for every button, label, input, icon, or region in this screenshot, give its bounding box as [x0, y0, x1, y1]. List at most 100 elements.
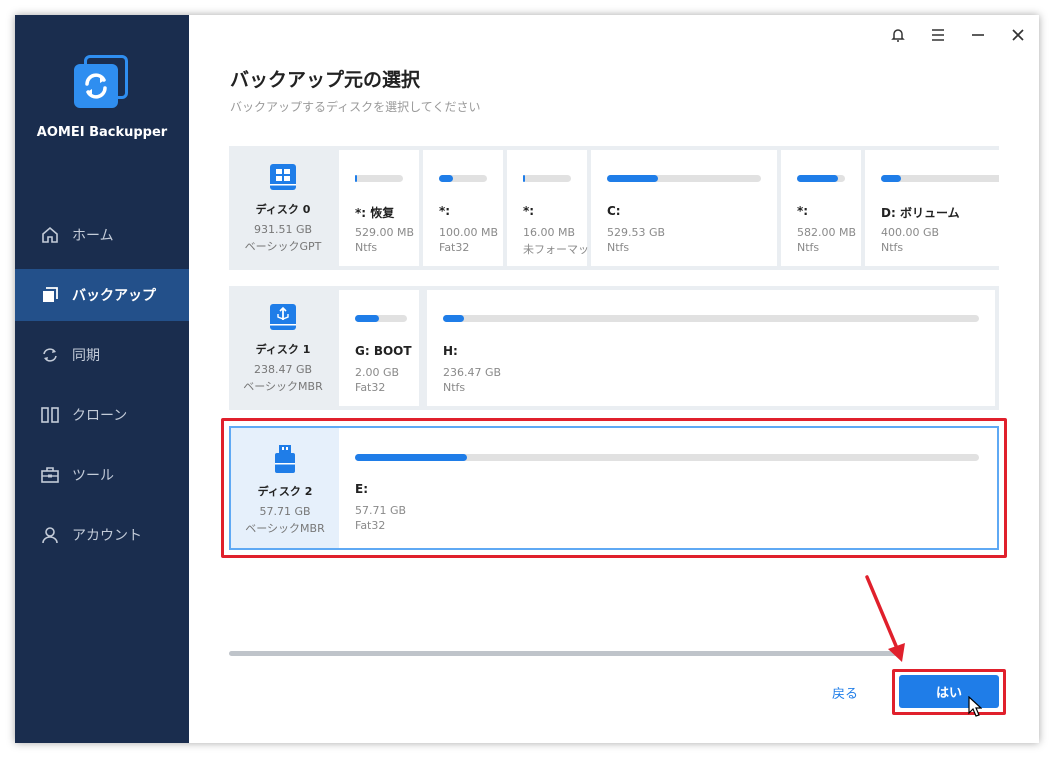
disk-type: ベーシックMBR — [243, 380, 323, 393]
partition-card[interactable]: D: ボリューム 400.00 GB Ntfs — [865, 150, 999, 266]
partition-label: *: 恢复 — [355, 206, 395, 220]
partition-filesystem: Ntfs — [355, 241, 378, 254]
usage-bar-fill — [439, 175, 454, 182]
partition-filesystem: Ntfs — [443, 381, 466, 394]
partition-card[interactable]: C: 529.53 GB Ntfs — [591, 150, 777, 266]
sidebar-item-sync[interactable]: 同期 — [15, 329, 189, 381]
partition-label: *: — [523, 204, 535, 218]
partition-label: *: — [797, 204, 809, 218]
sidebar-item-label: ツール — [72, 468, 114, 484]
usage-bar-fill — [797, 175, 838, 182]
usage-bar — [355, 454, 979, 461]
sidebar-item-clone[interactable]: クローン — [15, 389, 189, 441]
partition-card[interactable]: G: BOOT 2.00 GB Fat32 — [339, 290, 419, 406]
partition-filesystem: Fat32 — [355, 519, 386, 532]
account-icon — [39, 524, 61, 546]
disk-info[interactable]: ディスク 0 931.51 GB ベーシックGPT — [229, 146, 337, 270]
usb-drive-icon — [270, 444, 300, 478]
sidebar-item-label: 同期 — [72, 348, 100, 364]
disk-size: 931.51 GB — [253, 223, 313, 236]
usage-bar-fill — [355, 454, 468, 461]
sidebar-item-label: クローン — [72, 408, 128, 424]
annotation-arrow-icon — [865, 575, 905, 662]
partition-card[interactable]: E: 57.71 GB Fat32 — [339, 428, 997, 548]
clone-icon — [39, 404, 61, 426]
usb-disk-icon — [268, 302, 298, 336]
disk-size: 238.47 GB — [253, 363, 313, 376]
partition-label: D: ボリューム — [881, 206, 960, 220]
app-window: AOMEI Backupper ホーム バックアップ 同期 クローン ツール ア… — [15, 15, 1039, 743]
partition-label: E: — [355, 482, 368, 496]
partition-size: 2.00 GB — [355, 366, 400, 379]
usage-bar-fill — [355, 175, 358, 182]
partition-size: 236.47 GB — [443, 366, 502, 379]
partition-filesystem: Fat32 — [439, 241, 470, 254]
disk-name: ディスク 2 — [257, 485, 313, 498]
usage-bar-fill — [523, 175, 526, 182]
partition-card[interactable]: *: 恢复 529.00 MB Ntfs — [339, 150, 419, 266]
usage-bar-fill — [443, 315, 465, 322]
partition-size: 16.00 MB — [523, 226, 576, 239]
yes-button[interactable]: はい — [899, 675, 999, 708]
disk-row-0[interactable]: ディスク 0 931.51 GB ベーシックGPT *: 恢复 529.00 M… — [229, 146, 999, 270]
partition-card[interactable]: *: 100.00 MB Fat32 — [423, 150, 503, 266]
mouse-cursor-icon — [968, 696, 982, 717]
usage-bar — [607, 175, 761, 182]
usage-bar — [797, 175, 845, 182]
usage-bar — [881, 175, 999, 182]
sidebar-item-account[interactable]: アカウント — [15, 509, 189, 561]
backup-icon — [39, 284, 61, 306]
disk-row-1[interactable]: ディスク 1 238.47 GB ベーシックMBR G: BOOT 2.00 G… — [229, 286, 999, 410]
disk-row-2[interactable]: ディスク 2 57.71 GB ベーシックMBR E: 57.71 GB Fat… — [229, 426, 999, 550]
app-logo-icon — [72, 55, 130, 113]
partition-size: 529.00 MB — [355, 226, 415, 239]
sync-icon — [39, 344, 61, 366]
page-subtitle: バックアップするディスクを選択してください — [230, 100, 481, 114]
partition-label: C: — [607, 204, 621, 218]
disk-type: ベーシックGPT — [244, 240, 322, 253]
home-icon — [39, 224, 61, 246]
app-name: AOMEI Backupper — [36, 125, 168, 140]
partition-size: 100.00 MB — [439, 226, 499, 239]
disk-info[interactable]: ディスク 1 238.47 GB ベーシックMBR — [229, 286, 337, 410]
bell-icon[interactable] — [886, 23, 910, 47]
back-button[interactable]: 戻る — [832, 683, 858, 702]
usage-bar — [439, 175, 487, 182]
sidebar-item-label: ホーム — [72, 228, 114, 244]
partition-filesystem: 未フォーマット — [523, 243, 600, 256]
partition-label: *: — [439, 204, 451, 218]
usage-bar — [355, 315, 407, 322]
partition-card[interactable]: H: 236.47 GB Ntfs — [427, 290, 995, 406]
minimize-icon[interactable] — [966, 23, 990, 47]
sidebar-item-label: バックアップ — [72, 288, 156, 304]
usage-bar-fill — [355, 315, 380, 322]
windows-disk-icon — [268, 162, 298, 196]
partition-filesystem: Ntfs — [881, 241, 904, 254]
sidebar: AOMEI Backupper ホーム バックアップ 同期 クローン ツール ア… — [15, 15, 189, 743]
partition-filesystem: Fat32 — [355, 381, 386, 394]
partition-label: G: BOOT — [355, 344, 412, 358]
partition-size: 57.71 GB — [355, 504, 407, 517]
page-title: バックアップ元の選択 — [230, 69, 421, 91]
disk-name: ディスク 1 — [255, 343, 311, 356]
horizontal-scrollbar[interactable] — [229, 651, 899, 656]
sidebar-item-tools[interactable]: ツール — [15, 449, 189, 501]
sidebar-item-backup[interactable]: バックアップ — [15, 269, 189, 321]
partition-card[interactable]: *: 16.00 MB 未フォーマット — [507, 150, 600, 266]
partition-size: 529.53 GB — [607, 226, 666, 239]
partition-filesystem: Ntfs — [797, 241, 820, 254]
partition-label: H: — [443, 344, 458, 358]
disk-size: 57.71 GB — [259, 505, 311, 518]
sidebar-item-home[interactable]: ホーム — [15, 209, 189, 261]
close-icon[interactable] — [1006, 23, 1030, 47]
partition-filesystem: Ntfs — [607, 241, 630, 254]
disk-info[interactable]: ディスク 2 57.71 GB ベーシックMBR — [231, 428, 339, 548]
usage-bar — [355, 175, 403, 182]
partition-size: 400.00 GB — [881, 226, 940, 239]
disk-name: ディスク 0 — [255, 203, 311, 216]
tools-icon — [39, 464, 61, 486]
usage-bar — [523, 175, 571, 182]
partition-size: 582.00 MB — [797, 226, 857, 239]
menu-icon[interactable] — [926, 23, 950, 47]
partition-card[interactable]: *: 582.00 MB Ntfs — [781, 150, 861, 266]
